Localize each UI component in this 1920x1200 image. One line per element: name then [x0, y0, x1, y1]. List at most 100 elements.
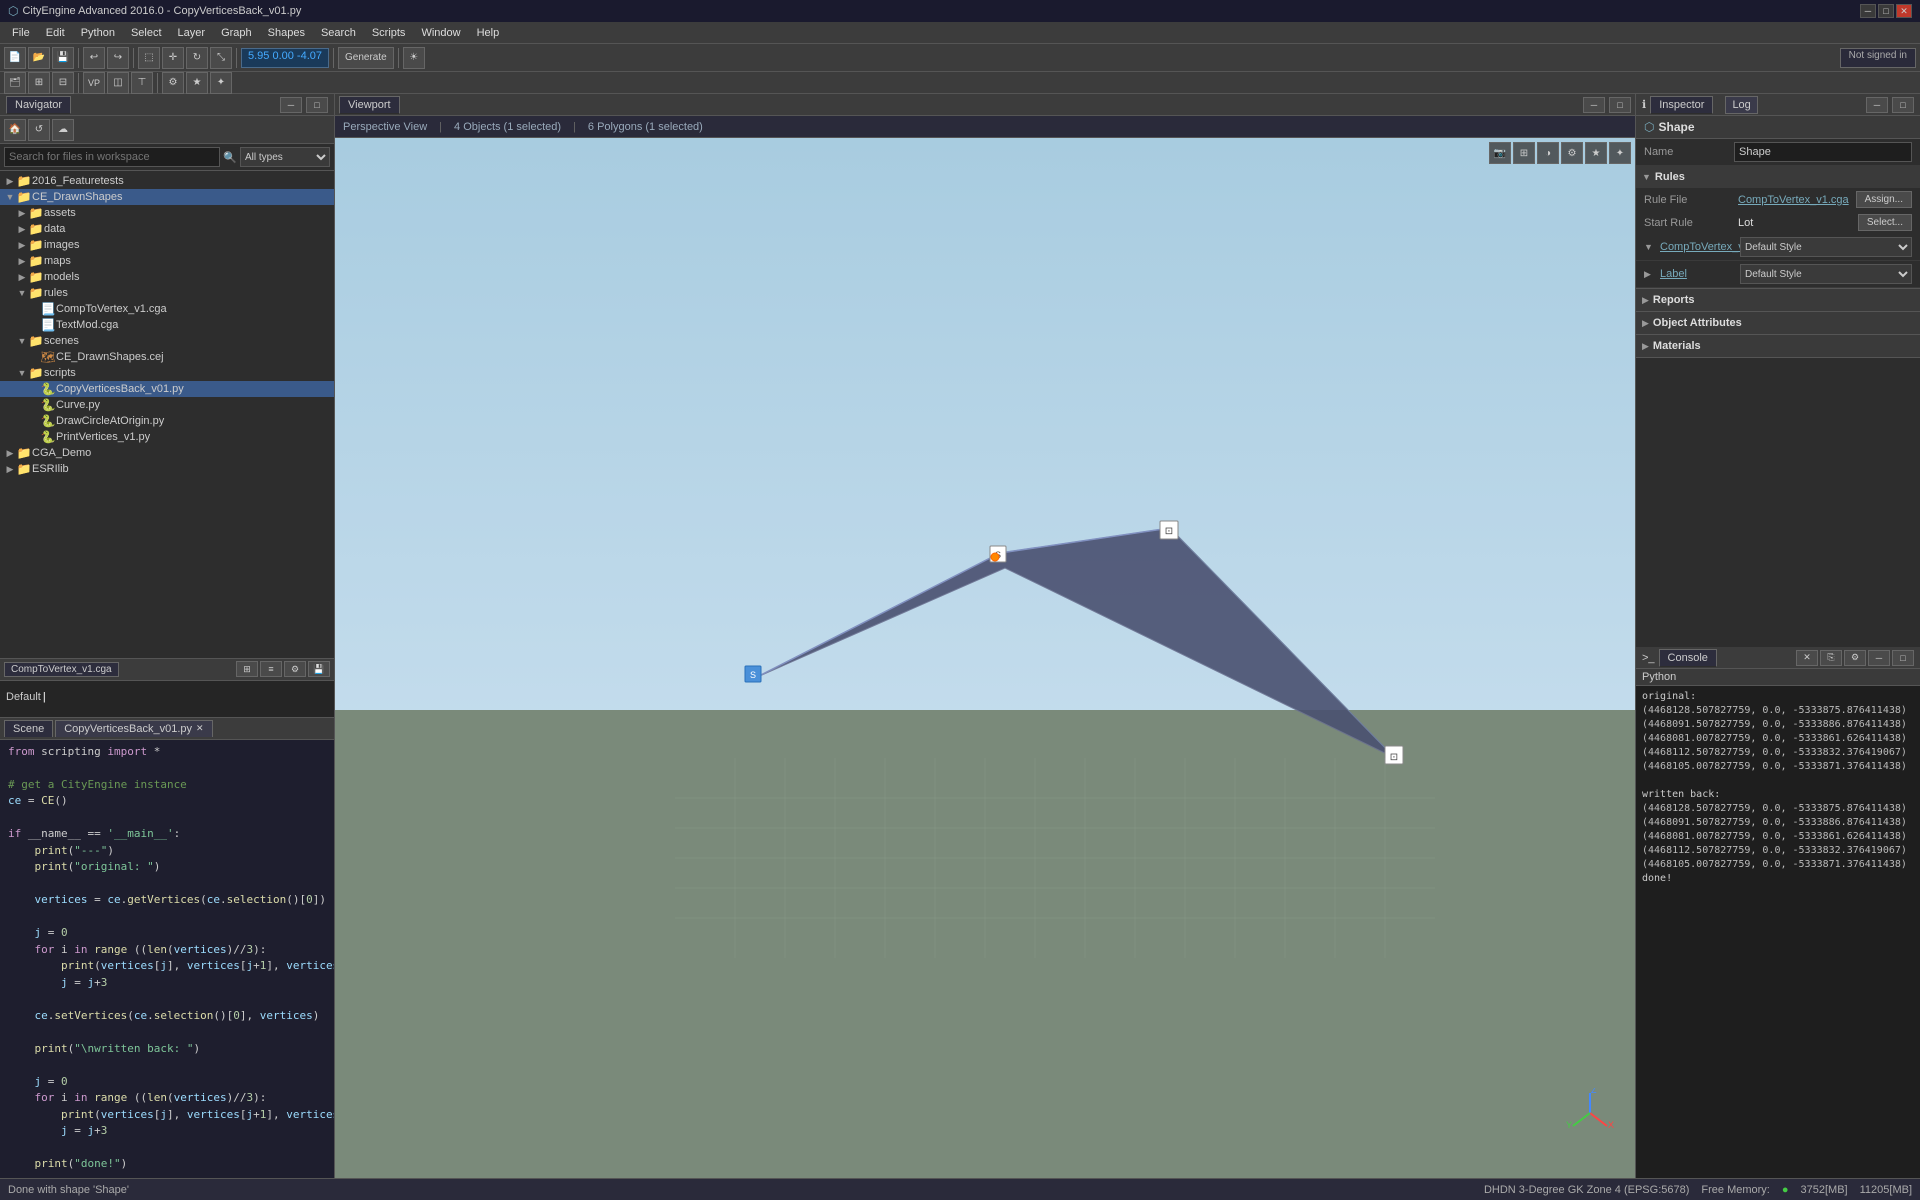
minimize-navigator[interactable]: ─	[280, 97, 302, 113]
tb2-grid[interactable]: ⊟	[52, 72, 74, 94]
inspector-tab[interactable]: Inspector	[1650, 96, 1713, 114]
viewport-min[interactable]: ─	[1583, 97, 1605, 113]
console-min[interactable]: ─	[1868, 650, 1890, 666]
rule-file-value[interactable]: CompToVertex_v1.cga	[1738, 194, 1852, 206]
tree-item-rules[interactable]: ▼ 📁 rules	[0, 285, 334, 301]
menu-layer[interactable]: Layer	[170, 25, 214, 41]
inspector-min[interactable]: ─	[1866, 97, 1888, 113]
generate-button[interactable]: Generate	[338, 47, 394, 69]
console-max[interactable]: □	[1892, 650, 1914, 666]
comp-rule-label[interactable]: CompToVertex_v1	[1660, 241, 1740, 253]
tree-item-cga-demo[interactable]: ▶ 📁 CGA_Demo	[0, 445, 334, 461]
tree-item-textmod[interactable]: 📃 TextMod.cga	[0, 317, 334, 333]
script-content[interactable]: from scripting import * # get a CityEngi…	[0, 740, 334, 1200]
tree-item-scenes[interactable]: ▼ 📁 scenes	[0, 333, 334, 349]
tree-item-assets[interactable]: ▶ 📁 assets	[0, 205, 334, 221]
menu-help[interactable]: Help	[469, 25, 508, 41]
console-settings[interactable]: ⚙	[1844, 650, 1866, 666]
save-button[interactable]: 💾	[52, 47, 74, 69]
materials-section-header[interactable]: ▶ Materials	[1636, 335, 1920, 357]
label-rule-label[interactable]: Label	[1660, 268, 1740, 280]
menu-python[interactable]: Python	[73, 25, 123, 41]
menu-select[interactable]: Select	[123, 25, 170, 41]
menu-graph[interactable]: Graph	[213, 25, 260, 41]
tree-item-drawcircleatorigin[interactable]: 🐍 DrawCircleAtOrigin.py	[0, 413, 334, 429]
script-scene-tab[interactable]: Scene	[4, 720, 53, 737]
console-copy[interactable]: ⎘	[1820, 650, 1842, 666]
undo-button[interactable]: ↩	[83, 47, 105, 69]
tb2-navigator[interactable]: 🗂	[4, 72, 26, 94]
vp-sun[interactable]: ✦	[1609, 142, 1631, 164]
open-button[interactable]: 📂	[28, 47, 50, 69]
vp-camera[interactable]: 📷	[1489, 142, 1511, 164]
comp-rule-select[interactable]: Default Style	[1740, 237, 1912, 257]
nav-home[interactable]: 🏠	[4, 119, 26, 141]
search-icon[interactable]: 🔍	[223, 151, 237, 164]
tb2-sun[interactable]: ✦	[210, 72, 232, 94]
name-input[interactable]	[1734, 142, 1912, 162]
cga-grid-view[interactable]: ⊞	[236, 661, 258, 677]
minimize-button[interactable]: ─	[1860, 4, 1876, 18]
nav-cloud[interactable]: ☁	[52, 119, 74, 141]
titlebar-controls[interactable]: ─ □ ✕	[1860, 4, 1912, 18]
script-close-icon[interactable]: ✕	[196, 723, 204, 734]
vp-display[interactable]: ⊞	[1513, 142, 1535, 164]
menu-window[interactable]: Window	[413, 25, 468, 41]
tb2-perspective[interactable]: ◫	[107, 72, 129, 94]
tree-item-cedrawnshapes[interactable]: 🗺 CE_DrawnShapes.cej	[0, 349, 334, 365]
tree-item-images[interactable]: ▶ 📁 images	[0, 237, 334, 253]
vp-shading[interactable]: ◑	[1537, 142, 1559, 164]
new-button[interactable]: 📄	[4, 47, 26, 69]
label-rule-select[interactable]: Default Style	[1740, 264, 1912, 284]
label-arrow[interactable]: ▶	[1644, 269, 1660, 280]
close-button[interactable]: ✕	[1896, 4, 1912, 18]
render-button[interactable]: ☀	[403, 47, 425, 69]
tree-item-esrlib[interactable]: ▶ 📁 ESRIlib	[0, 461, 334, 477]
tb2-viewport-btn[interactable]: VP	[83, 72, 105, 94]
nav-refresh[interactable]: ↺	[28, 119, 50, 141]
menu-edit[interactable]: Edit	[38, 25, 73, 41]
tree-item-curve[interactable]: 🐍 Curve.py	[0, 397, 334, 413]
object-attrs-section-header[interactable]: ▶ Object Attributes	[1636, 312, 1920, 334]
rotate-button[interactable]: ↻	[186, 47, 208, 69]
cga-list-view[interactable]: ≡	[260, 661, 282, 677]
scale-button[interactable]: ⤡	[210, 47, 232, 69]
assign-button[interactable]: Assign...	[1856, 191, 1912, 208]
tree-item-comptovertex[interactable]: 📃 CompToVertex_v1.cga	[0, 301, 334, 317]
menu-file[interactable]: File	[4, 25, 38, 41]
script-file-tab[interactable]: CopyVerticesBack_v01.py ✕	[55, 720, 212, 737]
tb2-snap[interactable]: ⊞	[28, 72, 50, 94]
comp-arrow[interactable]: ▼	[1644, 242, 1660, 252]
tree-item-maps[interactable]: ▶ 📁 maps	[0, 253, 334, 269]
vp-star[interactable]: ★	[1585, 142, 1607, 164]
menu-scripts[interactable]: Scripts	[364, 25, 414, 41]
rules-section-header[interactable]: ▼ Rules	[1636, 166, 1920, 188]
vp-settings[interactable]: ⚙	[1561, 142, 1583, 164]
tree-item-drawnshapes[interactable]: ▼ 📁 CE_DrawnShapes	[0, 189, 334, 205]
maximize-navigator[interactable]: □	[306, 97, 328, 113]
select-button[interactable]: Select...	[1858, 214, 1912, 231]
tree-item-data[interactable]: ▶ 📁 data	[0, 221, 334, 237]
tb2-more[interactable]: ★	[186, 72, 208, 94]
tb2-settings[interactable]: ⚙	[162, 72, 184, 94]
tree-item-featuretests[interactable]: ▶ 📁 2016_Featuretests	[0, 173, 334, 189]
navigator-tab[interactable]: Navigator	[6, 96, 71, 114]
redo-button[interactable]: ↪	[107, 47, 129, 69]
menu-shapes[interactable]: Shapes	[260, 25, 313, 41]
console-clear[interactable]: ✕	[1796, 650, 1818, 666]
cga-settings[interactable]: ⚙	[284, 661, 306, 677]
cga-tab[interactable]: CompToVertex_v1.cga	[4, 662, 119, 677]
maximize-button[interactable]: □	[1878, 4, 1894, 18]
console-tab[interactable]: Console	[1659, 649, 1717, 667]
cga-save[interactable]: 💾	[308, 661, 330, 677]
inspector-max[interactable]: □	[1892, 97, 1914, 113]
select-button[interactable]: ⬚	[138, 47, 160, 69]
viewport-3d[interactable]: S ⊡ ⊡ S	[335, 138, 1635, 1178]
tb2-top[interactable]: ⊤	[131, 72, 153, 94]
reports-section-header[interactable]: ▶ Reports	[1636, 289, 1920, 311]
search-input[interactable]	[4, 147, 220, 167]
menu-search[interactable]: Search	[313, 25, 364, 41]
log-tab[interactable]: Log	[1725, 96, 1757, 114]
tree-item-models[interactable]: ▶ 📁 models	[0, 269, 334, 285]
tree-item-copyverticesback[interactable]: 🐍 CopyVerticesBack_v01.py	[0, 381, 334, 397]
